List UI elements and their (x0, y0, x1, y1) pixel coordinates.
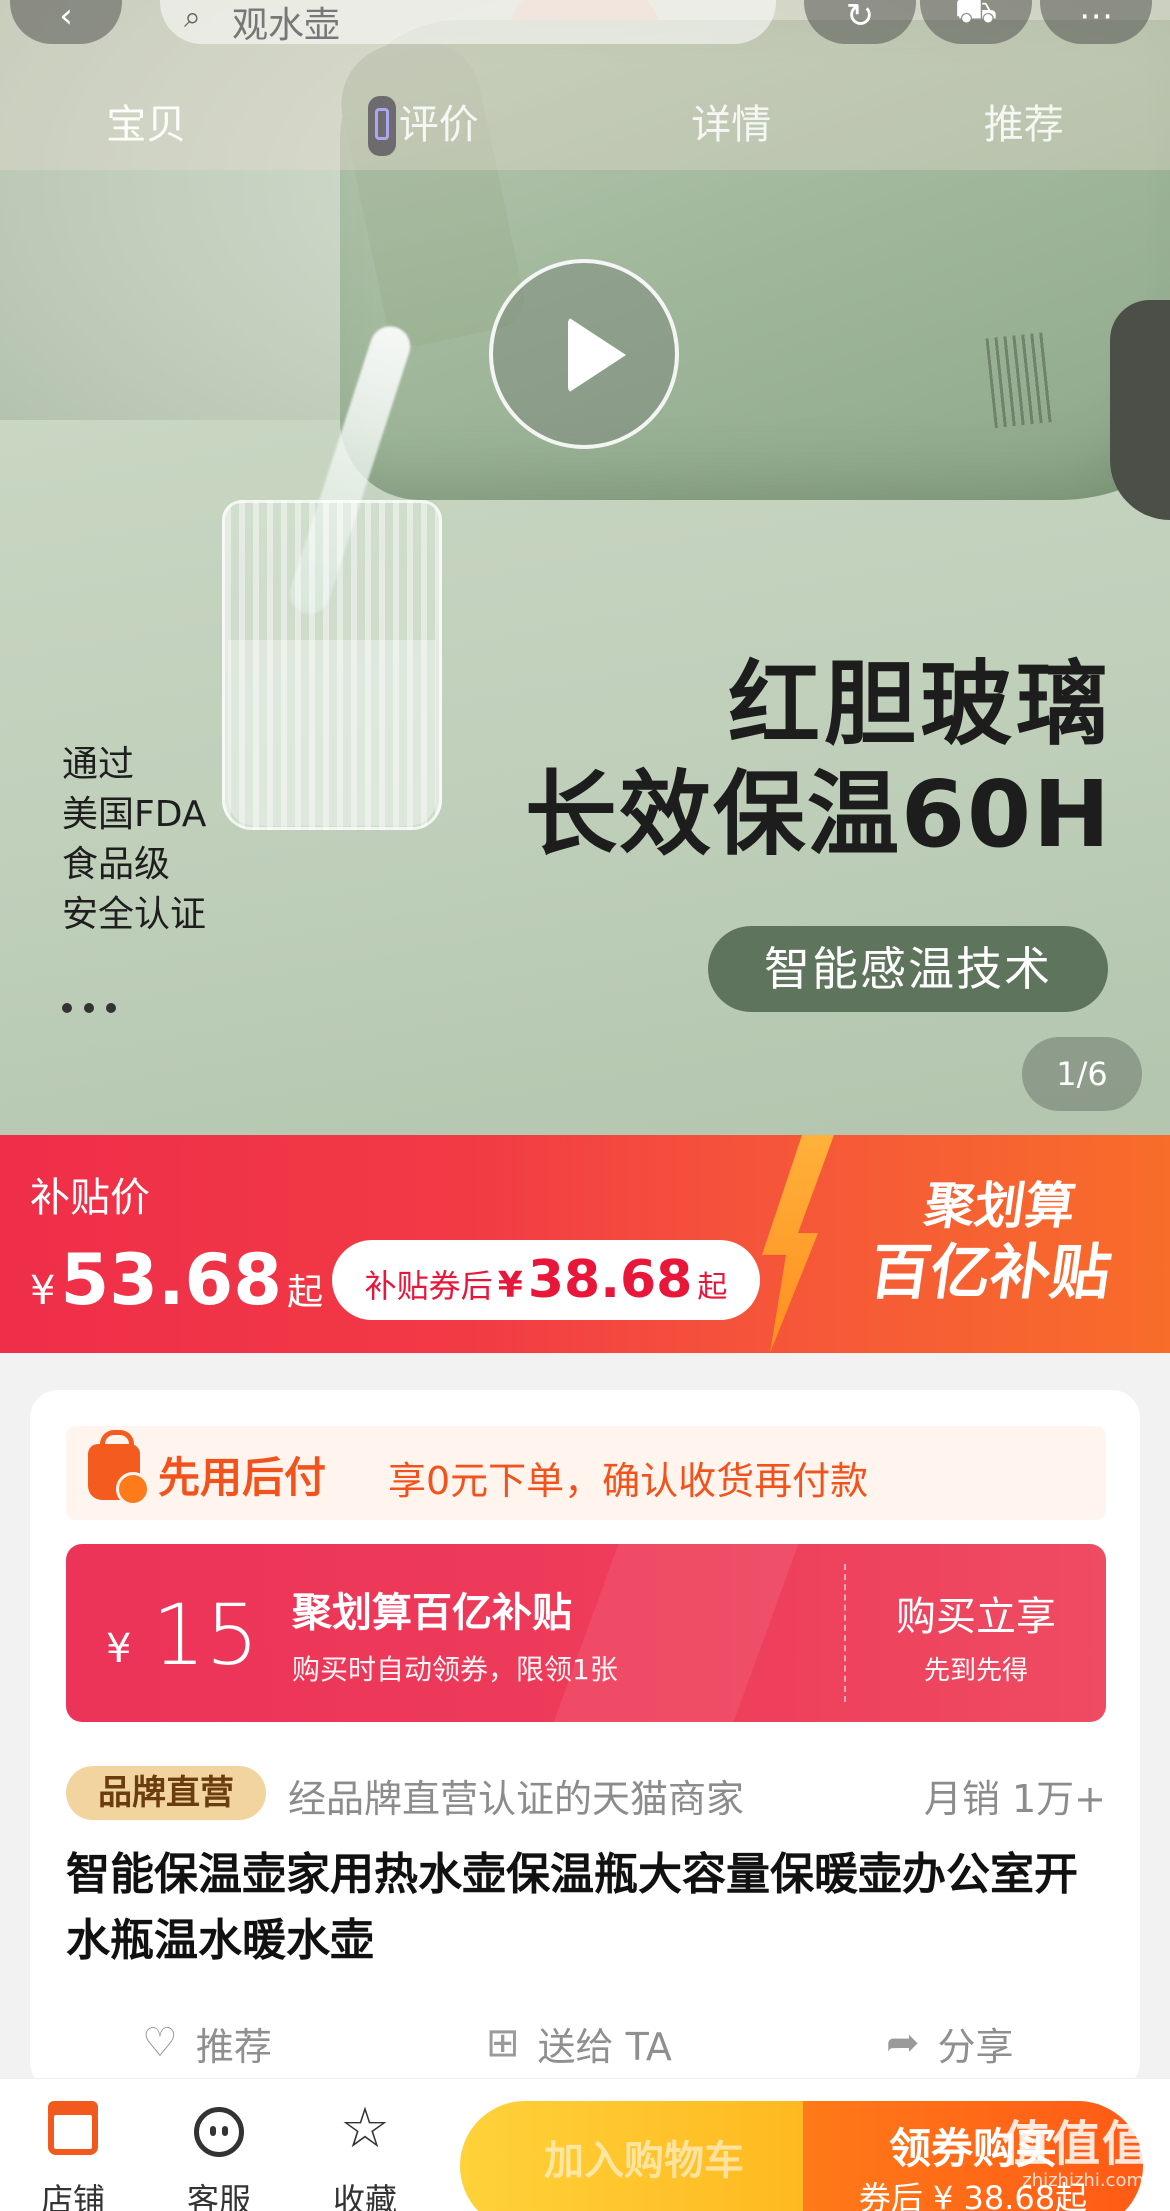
pay-later-banner[interactable]: 先用后付 享0元下单，确认收货再付款 (66, 1426, 1106, 1520)
brand-badge[interactable]: 品牌直营 (66, 1766, 266, 1820)
watermark-logo: 值值值 (1001, 2116, 1152, 2172)
after-coupon-price-pill: 补贴券后 ¥ 38.68 起 (332, 1240, 760, 1320)
coupon-decoration (553, 1544, 799, 1722)
star-icon: ☆ (339, 2096, 391, 2161)
cart-button[interactable]: ⛟ (920, 0, 1032, 44)
price-value: 53.68 (60, 1239, 282, 1321)
subsidy-price-label: 补贴价 (30, 1175, 150, 1221)
customer-service-label: 客服 (186, 2181, 251, 2211)
add-to-cart-button[interactable]: 加入购物车 (460, 2101, 828, 2211)
search-icon: ⌕ (184, 0, 201, 35)
section-tabs: 宝贝 评价 详情 推荐 (0, 82, 1170, 168)
coupon-title: 聚划算百亿补贴 (292, 1590, 572, 1636)
brand-description: 经品牌直营认证的天猫商家 (288, 1777, 745, 1821)
lightning-bolt-icon (762, 1135, 834, 1353)
top-navigation: ‹ ⌕ 观水壶 ↻ ⛟ ⋯ 宝贝 评价 详情 推荐 (0, 0, 1170, 170)
shop-label: 店铺 (40, 2181, 105, 2211)
gift-icon: ⊞ (486, 2020, 520, 2066)
product-title: 智能保温壶家用热水壶保温瓶大容量保暖壶办公室开水瓶温水暖水壶 (66, 1849, 1078, 1966)
price-suffix: 起 (287, 1272, 324, 1313)
coupon-cta-sub: 先到先得 (923, 1656, 1028, 1686)
gift-button[interactable]: ⊞ 送给 TA (486, 2008, 672, 2078)
cert-line: 食品级 (62, 844, 171, 885)
cert-line: 通过 (62, 744, 135, 785)
play-icon[interactable] (489, 259, 679, 449)
favorite-button[interactable]: ☆ 收藏 (310, 2079, 420, 2211)
cert-line: 美国FDA (62, 794, 207, 835)
tab-details[interactable]: 详情 (585, 82, 878, 168)
product-info-card: 先用后付 享0元下单，确认收货再付款 ¥ 15 聚划算百亿补贴 购买时自动领券，… (30, 1390, 1140, 2090)
more-icon: ⋯ (1079, 0, 1113, 36)
search-bar[interactable]: ⌕ 观水壶 (160, 0, 776, 46)
recommend-label: 推荐 (195, 2024, 272, 2069)
kettle-handle-image (1110, 300, 1170, 520)
glass-water-image (228, 640, 436, 826)
after-coupon-price: 38.68 (527, 1250, 693, 1310)
share-icon: ↻ (845, 0, 875, 36)
more-button[interactable]: ⋯ (1040, 0, 1152, 44)
customer-service-button[interactable]: 客服 (164, 2079, 274, 2211)
hero-headline-line-2: 长效保温60H (524, 761, 1112, 868)
promo-line-1: 聚划算 (920, 1177, 1080, 1235)
pay-later-description: 享0元下单，确认收货再付款 (388, 1459, 869, 1503)
subsidy-price: ¥ 53.68 起 (30, 1239, 323, 1321)
favorite-label: 收藏 (332, 2181, 397, 2211)
after-coupon-label: 补贴券后 (364, 1267, 493, 1305)
shop-button[interactable]: 店铺 (18, 2079, 128, 2211)
watermark-url: zhizhizhi.com (1022, 2170, 1144, 2191)
coupon-cta[interactable]: 购买立享 (846, 1584, 1106, 1642)
price-suffix: 起 (697, 1270, 728, 1305)
tab-reviews[interactable]: 评价 (293, 82, 586, 168)
customer-service-icon (194, 2107, 244, 2157)
gift-label: 送给 TA (537, 2024, 672, 2069)
heart-icon: ♡ (142, 2020, 178, 2066)
tab-baobei[interactable]: 宝贝 (0, 82, 293, 168)
brand-row: 品牌直营 经品牌直营认证的天猫商家 月销 1万+ (66, 1762, 1106, 1822)
recommend-button[interactable]: ♡ 推荐 (142, 2008, 272, 2078)
bottom-action-bar: 店铺 客服 ☆ 收藏 加入购物车 领券购买 券后 ¥ 38.68起 (0, 2078, 1170, 2211)
price-banner: 补贴价 ¥ 53.68 起 补贴券后 ¥ 38.68 起 聚划算 百亿补贴 (0, 1135, 1170, 1353)
juhuasuan-subsidy-logo: 聚划算 百亿补贴 (831, 1175, 1160, 1309)
shopping-bag-icon (88, 1430, 150, 1506)
tab-recommend[interactable]: 推荐 (878, 82, 1170, 168)
share-button[interactable]: ↻ (804, 0, 916, 44)
hero-dots-decoration (62, 998, 128, 1017)
share-label: 分享 (937, 2024, 1014, 2069)
search-placeholder: 观水壶 (232, 5, 341, 46)
pay-later-title: 先用后付 (158, 1453, 327, 1502)
currency-symbol: ¥ (30, 1268, 56, 1314)
share-arrow-icon: ➦ (886, 2020, 920, 2066)
hero-certification: 通过 美国FDA 食品级 安全认证 (62, 740, 206, 940)
action-row: ♡ 推荐 ⊞ 送给 TA ➦ 分享 (30, 2008, 1140, 2078)
product-hero-image[interactable]: 红胆玻璃 长效保温60H 智能感温技术 通过 美国FDA 食品级 安全认证 1/… (0, 0, 1170, 1135)
hero-headline-line-1: 红胆玻璃 (727, 651, 1112, 758)
monthly-sales: 月销 1万+ (923, 1777, 1106, 1821)
share-action-button[interactable]: ➦ 分享 (886, 2008, 1014, 2078)
kettle-label-image (985, 332, 1057, 428)
subsidy-coupon[interactable]: ¥ 15 聚划算百亿补贴 购买时自动领券，限领1张 购买立享 先到先得 (66, 1544, 1106, 1722)
back-button[interactable]: ‹ (10, 0, 122, 44)
cert-line: 安全认证 (62, 894, 207, 935)
cart-icon: ⛟ (954, 0, 998, 31)
hero-headline: 红胆玻璃 长效保温60H (525, 650, 1112, 870)
back-arrow-icon: ‹ (59, 0, 73, 36)
coupon-note: 购买时自动领券，限领1张 (292, 1653, 618, 1686)
shop-icon (48, 2101, 98, 2155)
coupon-amount: 15 (152, 1586, 259, 1684)
promo-line-2: 百亿补贴 (865, 1238, 1116, 1308)
hero-feature-pill: 智能感温技术 (708, 926, 1108, 1012)
image-page-indicator: 1/6 (1022, 1037, 1142, 1111)
coupon-currency: ¥ (106, 1626, 132, 1672)
currency-symbol: ¥ (497, 1265, 523, 1306)
